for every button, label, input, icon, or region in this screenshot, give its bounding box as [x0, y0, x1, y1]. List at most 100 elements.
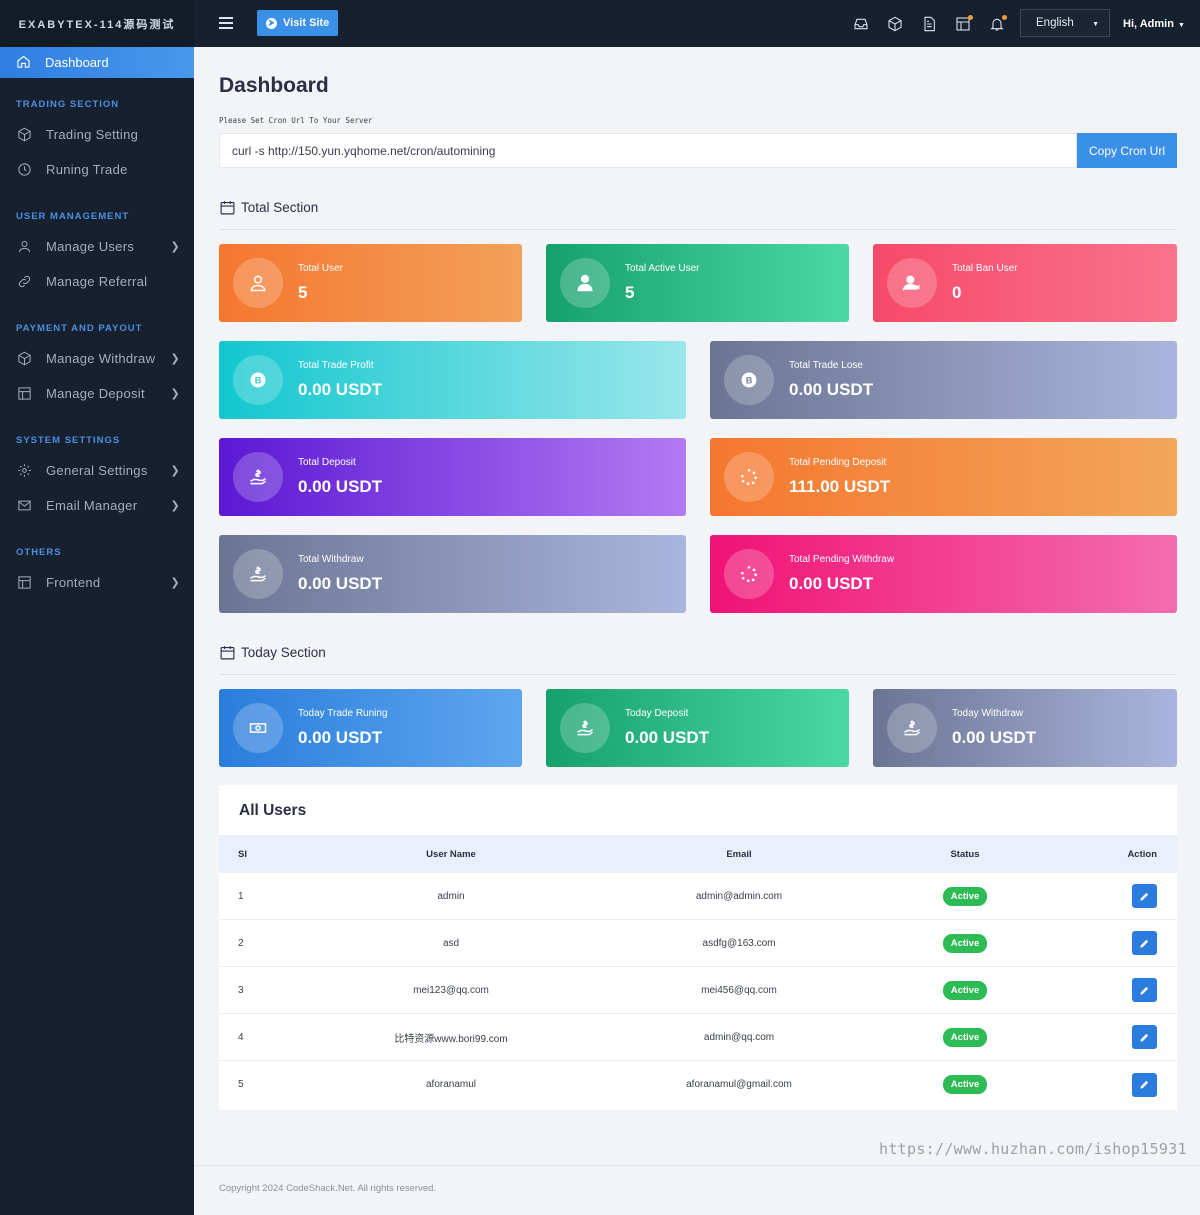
total-pending-deposit-card[interactable]: Total Pending Deposit 111.00 USDT: [710, 438, 1177, 516]
calendar-icon: [220, 646, 235, 660]
cell-sl: 5: [238, 1079, 244, 1090]
cell-sl: 2: [238, 937, 244, 949]
pencil-icon: [1140, 1080, 1149, 1089]
today-withdraw-card[interactable]: Today Withdraw 0.00 USDT: [873, 689, 1177, 767]
sidebar-item-label: Runing Trade: [46, 162, 128, 177]
card-label: Today Deposit: [625, 708, 689, 719]
status-badge: Active: [942, 933, 988, 953]
card-label: Total Active User: [625, 263, 700, 274]
menu-icon[interactable]: [219, 17, 233, 29]
visit-site-button[interactable]: ⮞ Visit Site: [257, 10, 339, 36]
cell-sl: 1: [238, 890, 244, 902]
layout-icon: [16, 575, 32, 590]
sidebar-item-trading-setting[interactable]: Trading Setting: [0, 117, 194, 152]
sidebar-section-title: TRADING SECTION: [16, 99, 120, 110]
caret-down-icon: ▼: [1177, 22, 1185, 29]
column-header: User Name: [426, 848, 476, 860]
calendar-icon: [220, 201, 235, 215]
card-label: Total Deposit: [298, 457, 356, 468]
edit-button[interactable]: [1132, 978, 1157, 1002]
total-active-user-card[interactable]: Total Active User 5: [546, 244, 849, 322]
card-label: Today Trade Runing: [298, 708, 388, 719]
card-label: Total Ban User: [952, 263, 1018, 274]
user-tie-icon: [560, 258, 610, 308]
sidebar-item-label: Trading Setting: [46, 127, 139, 142]
cube-icon: [16, 127, 32, 142]
chevron-right-icon: ❯: [170, 241, 180, 253]
pencil-icon: [1140, 939, 1149, 948]
cron-url-field[interactable]: curl -s http://150.yun.yqhome.net/cron/a…: [219, 133, 1077, 168]
inbox-icon[interactable]: [853, 16, 869, 32]
cell-username: mei123@qq.com: [413, 984, 489, 996]
column-header: Action: [1127, 848, 1157, 860]
sidebar-item-dashboard[interactable]: Dashboard: [0, 47, 194, 78]
sidebar-section-title: SYSTEM SETTINGS: [16, 435, 121, 446]
today-deposit-card[interactable]: Today Deposit 0.00 USDT: [546, 689, 849, 767]
watermark: https://www.huzhan.com/ishop15931: [879, 1140, 1187, 1158]
caret-down-icon: ▼: [1092, 21, 1099, 28]
card-value: 0.00 USDT: [789, 380, 874, 399]
language-select[interactable]: English ▼: [1020, 9, 1110, 37]
column-header: Sl: [238, 848, 247, 860]
copy-cron-url-button[interactable]: Copy Cron Url: [1077, 133, 1177, 168]
cell-email: aforanamul@gmail.com: [686, 1079, 792, 1090]
sidebar-item-label: Manage Users: [46, 239, 135, 254]
total-deposit-card[interactable]: Total Deposit 0.00 USDT: [219, 438, 686, 516]
document-icon[interactable]: [921, 16, 937, 32]
edit-button[interactable]: [1132, 884, 1157, 908]
sidebar-item-label: Email Manager: [46, 498, 138, 513]
hand-dollar-icon: [233, 549, 283, 599]
edit-button[interactable]: [1132, 931, 1157, 955]
total-ban-user-card[interactable]: Total Ban User 0: [873, 244, 1177, 322]
table-header: Sl User Name Email Status Action: [219, 835, 1177, 873]
cell-email: asdfg@163.com: [702, 937, 776, 949]
layout-icon: [16, 386, 32, 401]
column-header: Status: [950, 848, 980, 860]
sidebar-section-title: PAYMENT AND PAYOUT: [16, 323, 143, 334]
total-trade-profit-card[interactable]: B Total Trade Profit 0.00 USDT: [219, 341, 686, 419]
chevron-right-icon: ❯: [170, 577, 180, 589]
total-pending-withdraw-card[interactable]: Total Pending Withdraw 0.00 USDT: [710, 535, 1177, 613]
total-user-card[interactable]: Total User 5: [219, 244, 522, 322]
sidebar-item-general-settings[interactable]: General Settings ❯: [0, 453, 194, 488]
sidebar-item-manage-users[interactable]: Manage Users ❯: [0, 229, 194, 264]
today-trade-runing-card[interactable]: Today Trade Runing 0.00 USDT: [219, 689, 522, 767]
user-icon: [233, 258, 283, 308]
table-row: 2 asd asdfg@163.com Active: [219, 920, 1177, 967]
total-withdraw-card[interactable]: Total Withdraw 0.00 USDT: [219, 535, 686, 613]
column-header: Email: [726, 848, 752, 860]
sidebar-item-label: Manage Withdraw: [46, 351, 156, 366]
user-menu[interactable]: Hi, Admin ▼: [1123, 18, 1185, 30]
user-greeting: Hi, Admin: [1123, 18, 1174, 30]
topbar-icons: [853, 15, 1007, 32]
card-label: Total Withdraw: [298, 554, 364, 565]
sidebar-item-runing-trade[interactable]: Runing Trade: [0, 152, 194, 187]
user-times-icon: [887, 258, 937, 308]
card-value: 0.00 USDT: [298, 728, 383, 747]
card-label: Total Trade Profit: [298, 360, 374, 371]
spinner-icon: [724, 452, 774, 502]
status-badge: Active: [942, 886, 988, 906]
table-row: 1 admin admin@admin.com Active: [219, 873, 1177, 920]
sidebar: EXABYTEX-114源码测试 Dashboard TRADING SECTI…: [0, 0, 194, 1215]
section-title: Total Section: [241, 200, 319, 215]
sidebar-item-manage-withdraw[interactable]: Manage Withdraw ❯: [0, 341, 194, 376]
cell-email: admin@qq.com: [703, 1031, 775, 1043]
chevron-right-icon: ❯: [170, 353, 180, 365]
cell-username: asd: [442, 937, 460, 949]
total-trade-lose-card[interactable]: B Total Trade Lose 0.00 USDT: [710, 341, 1177, 419]
sidebar-item-frontend[interactable]: Frontend ❯: [0, 565, 194, 600]
hand-dollar-icon: [560, 703, 610, 753]
sidebar-item-manage-deposit[interactable]: Manage Deposit ❯: [0, 376, 194, 411]
cube-icon[interactable]: [887, 16, 903, 32]
sidebar-section-title: USER MANAGEMENT: [16, 211, 130, 222]
sidebar-item-manage-referral[interactable]: Manage Referral: [0, 264, 194, 299]
card-value: 0.00 USDT: [952, 728, 1037, 747]
edit-button[interactable]: [1132, 1072, 1157, 1097]
bell-icon[interactable]: [989, 15, 1007, 32]
sidebar-item-email-manager[interactable]: Email Manager ❯: [0, 488, 194, 523]
layout-icon[interactable]: [955, 15, 973, 32]
edit-button[interactable]: [1132, 1025, 1157, 1049]
card-label: Total User: [298, 263, 344, 274]
brand-logo[interactable]: EXABYTEX-114源码测试: [0, 0, 194, 47]
